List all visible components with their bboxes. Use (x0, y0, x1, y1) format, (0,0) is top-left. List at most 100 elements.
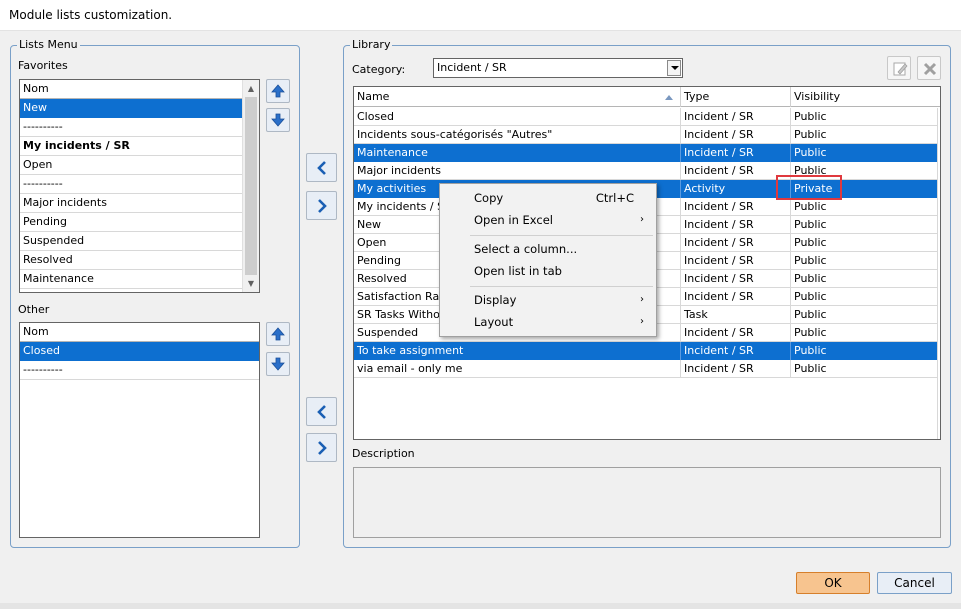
cell-type: Incident / SR (681, 108, 791, 126)
bottom-strip (0, 603, 961, 609)
category-dropdown-button[interactable] (667, 60, 681, 76)
favorites-header: Nom (20, 80, 242, 99)
context-menu: Copy Ctrl+C Open in Excel › Select a col… (439, 183, 657, 337)
cancel-button[interactable]: Cancel (877, 572, 952, 594)
library-scrollbar[interactable] (937, 108, 940, 439)
table-row[interactable]: Incidents sous-catégorisés "Autres" Incid… (354, 126, 939, 144)
cell-visibility: Public (791, 270, 939, 288)
cell-name: To take assignment (354, 342, 681, 360)
delete-list-button[interactable] (917, 56, 941, 80)
chevron-left-icon (317, 405, 326, 419)
arrow-up-icon (271, 327, 285, 341)
list-item[interactable]: My incidents / SR (20, 137, 242, 156)
scroll-up-icon[interactable]: ▲ (243, 80, 259, 97)
menu-item-select-column[interactable]: Select a column... (442, 238, 654, 260)
other-move-down-button[interactable] (266, 352, 290, 376)
scroll-thumb[interactable] (245, 97, 257, 275)
arrow-up-icon (271, 84, 285, 98)
cell-visibility: Public (791, 144, 939, 162)
category-select[interactable]: Incident / SR (433, 58, 683, 78)
cell-type: Task (681, 306, 791, 324)
sort-asc-icon (665, 95, 673, 100)
list-item[interactable]: Resolved (20, 251, 242, 270)
description-box (353, 467, 941, 538)
cell-name: Incidents sous-catégorisés "Autres" (354, 126, 681, 144)
cell-type: Incident / SR (681, 324, 791, 342)
cell-name: Maintenance (354, 144, 681, 162)
cell-name: Major incidents (354, 162, 681, 180)
cell-visibility: Public (791, 216, 939, 234)
list-item[interactable]: New (20, 99, 242, 118)
menu-item-open-in-excel[interactable]: Open in Excel › (442, 209, 654, 231)
arrow-down-icon (271, 357, 285, 371)
category-value: Incident / SR (437, 61, 507, 74)
column-header-name[interactable]: Name (354, 87, 681, 107)
menu-item-display[interactable]: Display › (442, 289, 654, 311)
column-header-visibility[interactable]: Visibility (791, 87, 940, 107)
other-list[interactable]: Nom Closed ---------- (19, 322, 260, 538)
other-move-up-button[interactable] (266, 322, 290, 346)
arrow-down-icon (271, 113, 285, 127)
copy-shortcut: Ctrl+C (595, 191, 634, 205)
column-header-type[interactable]: Type (681, 87, 791, 107)
list-item[interactable]: Closed (20, 342, 259, 361)
other-header: Nom (20, 323, 259, 342)
cell-visibility: Public (791, 360, 939, 378)
add-to-other-button[interactable] (306, 397, 337, 426)
table-row[interactable]: Major incidents Incident / SR Public (354, 162, 939, 180)
list-item[interactable]: Maintenance (20, 270, 242, 289)
cell-type: Incident / SR (681, 270, 791, 288)
cell-name: via email - only me (354, 360, 681, 378)
cell-type: Incident / SR (681, 126, 791, 144)
remove-from-other-button[interactable] (306, 433, 337, 462)
cell-type: Incident / SR (681, 234, 791, 252)
lists-menu-title: Lists Menu (17, 38, 80, 51)
edit-list-button[interactable] (887, 56, 911, 80)
favorites-move-up-button[interactable] (266, 79, 290, 103)
table-row[interactable]: Closed Incident / SR Public (354, 108, 939, 126)
table-row[interactable]: To take assignment Incident / SR Public (354, 342, 939, 360)
remove-from-favorites-button[interactable] (306, 191, 337, 220)
scroll-down-icon[interactable]: ▼ (243, 275, 259, 292)
cell-type: Incident / SR (681, 342, 791, 360)
cell-type: Incident / SR (681, 360, 791, 378)
favorites-list[interactable]: Nom New ---------- My incidents / SR Open --… (19, 79, 260, 293)
table-row[interactable]: Maintenance Incident / SR Public (354, 144, 939, 162)
list-item[interactable]: Open (20, 156, 242, 175)
favorites-move-down-button[interactable] (266, 108, 290, 132)
cell-type: Incident / SR (681, 288, 791, 306)
cell-type: Incident / SR (681, 144, 791, 162)
menu-item-open-list-in-tab[interactable]: Open list in tab (442, 260, 654, 282)
cell-visibility: Public (791, 234, 939, 252)
chevron-left-icon (317, 161, 326, 175)
submenu-arrow-icon: › (640, 294, 644, 305)
chevron-right-icon (318, 441, 327, 455)
highlight-annotation (776, 175, 842, 200)
cell-visibility: Public (791, 108, 939, 126)
menu-separator (470, 286, 653, 287)
cell-visibility: Public (791, 306, 939, 324)
list-item[interactable]: ---------- (20, 361, 259, 380)
list-item[interactable]: Pending (20, 213, 242, 232)
cell-visibility: Public (791, 288, 939, 306)
other-label: Other (18, 303, 50, 316)
submenu-arrow-icon: › (640, 316, 644, 327)
list-item[interactable]: Major incidents (20, 194, 242, 213)
favorites-scrollbar[interactable]: ▲ ▼ (242, 80, 259, 292)
list-item[interactable]: ---------- (20, 118, 242, 137)
list-item[interactable]: ---------- (20, 175, 242, 194)
list-item[interactable]: Suspended (20, 232, 242, 251)
table-row[interactable]: via email - only me Incident / SR Public (354, 360, 939, 378)
menu-item-copy[interactable]: Copy Ctrl+C (442, 187, 654, 209)
delete-icon (923, 62, 937, 76)
add-to-favorites-button[interactable] (306, 153, 337, 182)
description-label: Description (352, 447, 415, 460)
library-title: Library (350, 38, 393, 51)
ok-button[interactable]: OK (796, 572, 870, 594)
favorites-label: Favorites (18, 59, 68, 72)
cell-type: Incident / SR (681, 162, 791, 180)
menu-separator (470, 235, 653, 236)
library-grid-header: Name Type Visibility (354, 87, 940, 107)
menu-item-layout[interactable]: Layout › (442, 311, 654, 333)
chevron-down-icon (671, 66, 679, 70)
